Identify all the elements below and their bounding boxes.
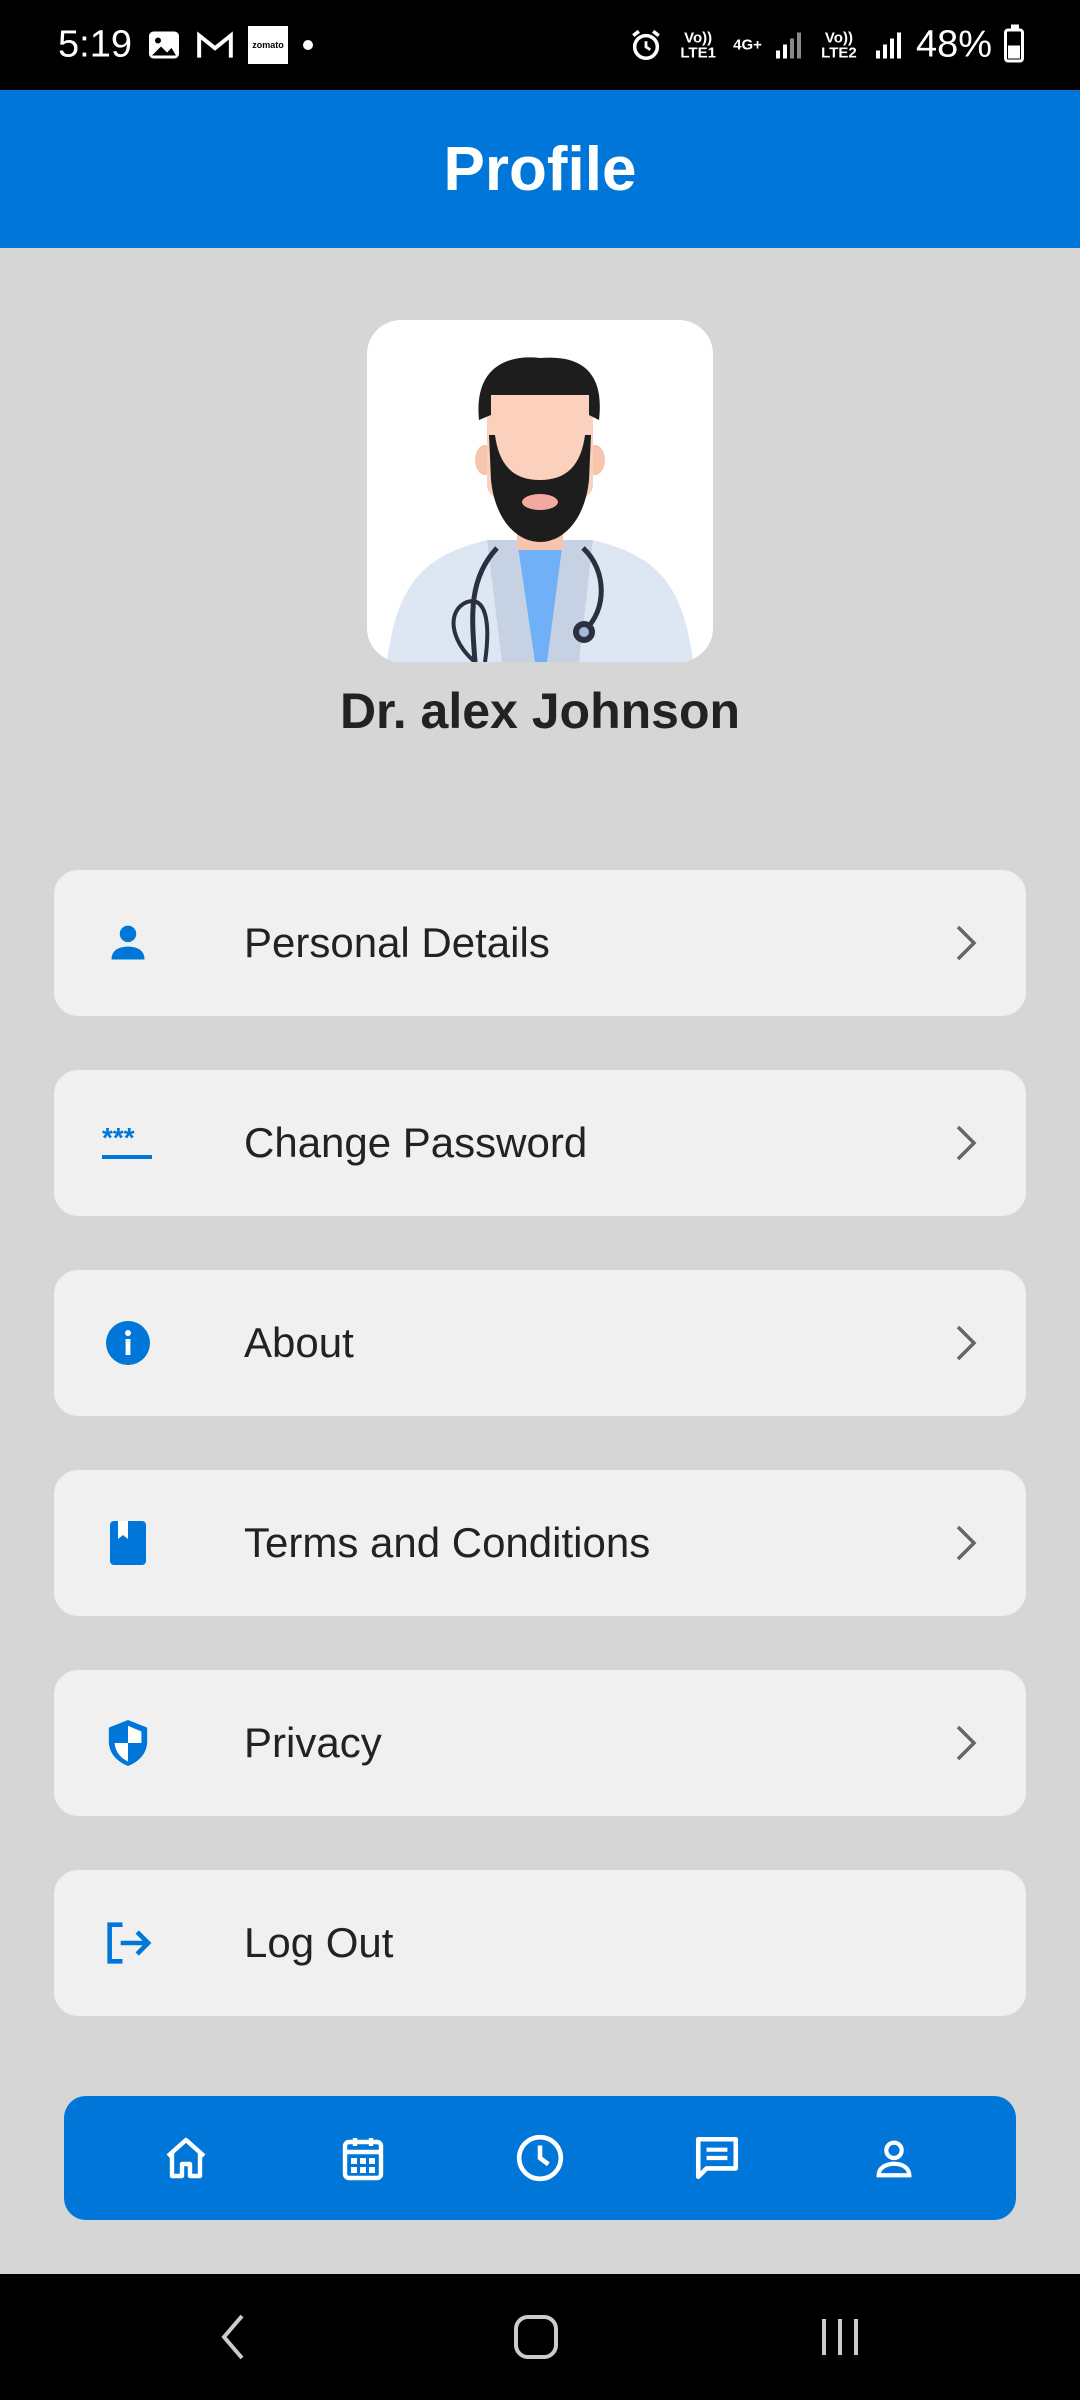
- network-1-label: Vo)) LTE1: [680, 29, 716, 61]
- network-type-label: 4G+: [733, 36, 762, 54]
- zomato-icon: zomato: [248, 26, 288, 64]
- menu-label: Personal Details: [244, 919, 550, 966]
- network-2-label: Vo)) LTE2: [821, 29, 857, 61]
- gallery-icon: [149, 31, 179, 59]
- menu-label: Log Out: [244, 1919, 394, 1966]
- page-title: Profile: [443, 134, 637, 204]
- menu-label: Terms and Conditions: [244, 1519, 651, 1566]
- profile-icon[interactable]: [846, 2110, 942, 2206]
- home-button-icon[interactable]: [512, 2313, 560, 2361]
- system-nav-bar: [0, 2274, 1080, 2400]
- chevron-right-icon: [946, 1313, 986, 1373]
- chevron-right-icon: [946, 913, 986, 973]
- status-time: 5:19: [58, 23, 132, 66]
- home-icon[interactable]: [138, 2110, 234, 2206]
- battery-icon: [1004, 24, 1024, 62]
- menu-item-change-password[interactable]: *** Change Password: [54, 1070, 1026, 1216]
- doctor-name: Dr. alex Johnson: [339, 683, 741, 739]
- menu-item-log-out[interactable]: Log Out: [54, 1870, 1026, 2016]
- system-status: Vo)) LTE1 4G+ Vo)) LTE2 48%: [629, 24, 1024, 67]
- password-icon: ***: [98, 1113, 158, 1173]
- clock-icon[interactable]: [492, 2110, 588, 2206]
- person-icon: [98, 913, 158, 973]
- menu-label: Change Password: [244, 1119, 588, 1166]
- doctor-avatar-illustration: [387, 357, 693, 662]
- chevron-right-icon: [946, 1513, 986, 1573]
- signal-icon-2: [875, 32, 901, 58]
- dot-icon: [303, 40, 313, 50]
- logout-icon: [98, 1913, 158, 1973]
- avatar[interactable]: [367, 320, 713, 662]
- shield-icon: [98, 1713, 158, 1773]
- chevron-right-icon: [946, 1113, 986, 1173]
- battery-percent: 48%: [915, 23, 992, 66]
- alarm-icon: [632, 29, 660, 60]
- book-icon: [98, 1513, 158, 1573]
- recent-apps-icon[interactable]: [818, 2315, 862, 2359]
- info-icon: [98, 1313, 158, 1373]
- chevron-right-icon: [946, 1713, 986, 1773]
- menu-item-about[interactable]: About: [54, 1270, 1026, 1416]
- menu-item-terms-and-conditions[interactable]: Terms and Conditions: [54, 1470, 1026, 1616]
- menu-label: About: [244, 1319, 354, 1366]
- menu-label: Privacy: [244, 1719, 382, 1766]
- signal-icon: [775, 32, 801, 58]
- bottom-nav: [64, 2096, 1016, 2220]
- calendar-icon[interactable]: [315, 2110, 411, 2206]
- app-header: Profile: [0, 90, 1080, 248]
- notification-icons: zomato: [146, 26, 314, 64]
- chat-icon[interactable]: [669, 2110, 765, 2206]
- back-icon[interactable]: [218, 2312, 248, 2362]
- status-bar: 5:19 zomato Vo)) LTE1 4G+ Vo)) LTE2 48%: [0, 0, 1080, 90]
- gmail-icon: [197, 31, 233, 58]
- menu-item-privacy[interactable]: Privacy: [54, 1670, 1026, 1816]
- svg-text:***: ***: [102, 1123, 135, 1153]
- menu-item-personal-details[interactable]: Personal Details: [54, 870, 1026, 1016]
